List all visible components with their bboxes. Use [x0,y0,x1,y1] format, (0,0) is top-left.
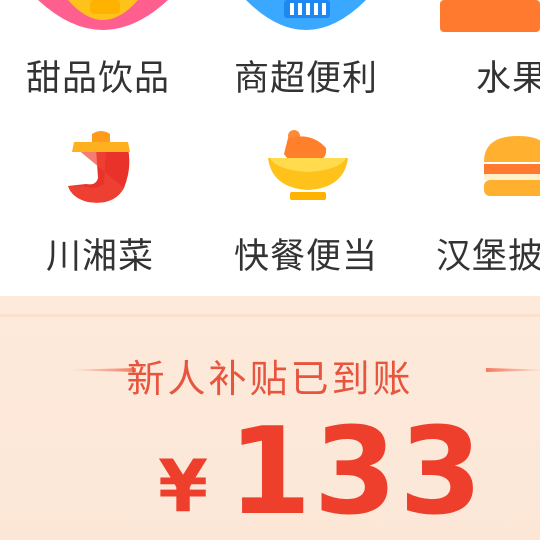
category-grid: 甜品饮品 商超便利 水果 川湘菜 快餐便当 汉堡披 [0,0,540,300]
category-item-dessert[interactable]: 甜品饮品 [0,0,200,110]
burger-icon [484,136,540,196]
category-item-supermarket[interactable]: 商超便利 [206,0,406,110]
category-label: 川湘菜 [45,237,154,277]
category-item-fast-food[interactable]: 快餐便当 [206,120,406,280]
currency-symbol: ¥ [158,444,209,528]
chili-pepper-icon [68,131,130,203]
category-label: 汉堡披 [436,237,540,277]
fruit-icon [440,0,540,32]
category-label: 快餐便当 [233,237,378,277]
category-label: 水果 [476,59,540,99]
banner-divider [0,314,540,317]
supermarket-basket-icon [246,0,366,30]
new-user-subsidy-banner[interactable]: 新人补贴已到账 ¥ 133 [0,296,540,540]
dessert-drink-icon [38,0,168,30]
category-label: 甜品饮品 [25,59,170,99]
category-item-sichuan-hunan[interactable]: 川湘菜 [0,120,200,280]
fast-food-bowl-icon [268,130,348,200]
category-item-burger[interactable]: 汉堡披 [420,120,540,280]
category-item-fruit[interactable]: 水果 [420,0,540,110]
subsidy-title: 新人补贴已到账 [126,357,414,401]
amount-value: 133 [228,403,485,540]
category-label: 商超便利 [233,59,378,99]
